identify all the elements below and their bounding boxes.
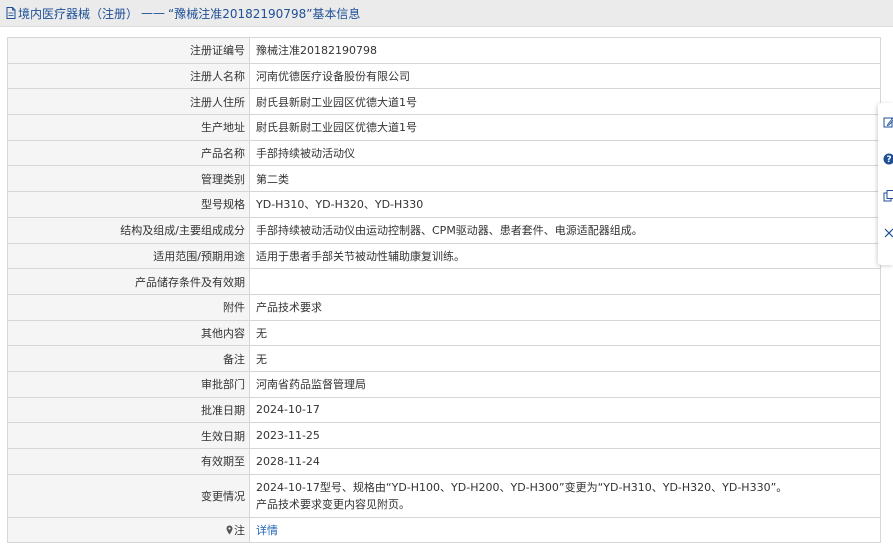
row-label: 批准日期 [7, 396, 250, 424]
table-row: 注册人名称 河南优德医疗设备股份有限公司 [7, 62, 881, 90]
row-value: 2024-10-17型号、规格由“YD-H100、YD-H200、YD-H300… [249, 473, 881, 518]
row-value: 尉氏县新尉工业园区优德大道1号 [249, 114, 881, 141]
table-row: 结构及组成/主要组成成分 手部持续被动活动仪由运动控制器、CPM驱动器、患者套件… [7, 216, 881, 244]
table-row: 适用范围/预期用途 适用于患者手部关节被动性辅助康复训练。 [7, 242, 881, 270]
row-value: 手部持续被动活动仪 [249, 139, 881, 167]
record-title: “豫械注准20182190798”基本信息 [168, 6, 361, 21]
row-label: 注册人住所 [7, 88, 250, 116]
row-value: 无 [249, 319, 881, 347]
table-row: 变更情况 2024-10-17型号、规格由“YD-H100、YD-H200、YD… [7, 473, 881, 518]
table-row: 注册证编号 豫械注准20182190798 [7, 37, 881, 64]
row-label: 备注 [7, 345, 250, 372]
row-value: 手部持续被动活动仪由运动控制器、CPM驱动器、患者套件、电源适配器组成。 [249, 216, 881, 244]
details-link[interactable]: 详情 [256, 524, 278, 537]
row-label: 适用范围/预期用途 [7, 242, 250, 270]
row-label: 附件 [7, 293, 250, 321]
table-row: 批准日期 2024-10-17 [7, 396, 881, 424]
page-title-bar: 境内医疗器械（注册） —— “豫械注准20182190798”基本信息 [0, 0, 893, 27]
row-label: 其他内容 [7, 319, 250, 347]
row-value: 产品技术要求 [249, 293, 881, 321]
row-label: 型号规格 [7, 191, 250, 218]
table-row: 管理类别 第二类 [7, 165, 881, 193]
row-label: 审批部门 [7, 370, 250, 398]
help-icon[interactable]: ? [883, 152, 893, 166]
row-label: 产品储存条件及有效期 [7, 268, 250, 295]
row-value: 2028-11-24 [249, 448, 881, 475]
breadcrumb-separator: —— [141, 6, 166, 20]
row-label: 注册人名称 [7, 62, 250, 90]
row-value: 适用于患者手部关节被动性辅助康复训练。 [249, 242, 881, 270]
row-value [249, 268, 881, 295]
breadcrumb: 境内医疗器械（注册） [18, 6, 139, 21]
table-row: 备注 无 [7, 345, 881, 372]
row-label: 管理类别 [7, 165, 250, 193]
row-label: 生产地址 [7, 114, 250, 141]
edit-icon[interactable] [883, 115, 893, 129]
table-row: 型号规格 YD-H310、YD-H320、YD-H330 [7, 191, 881, 218]
row-value: 2024-10-17 [249, 396, 881, 424]
table-row: 其他内容 无 [7, 319, 881, 347]
table-row: 生产地址 尉氏县新尉工业园区优德大道1号 [7, 114, 881, 141]
row-label: 有效期至 [7, 448, 250, 475]
row-label-note: 注 [7, 516, 250, 544]
table-row: 附件 产品技术要求 [7, 293, 881, 321]
copy-icon[interactable] [883, 189, 893, 203]
row-value: YD-H310、YD-H320、YD-H330 [249, 191, 881, 218]
close-icon[interactable] [883, 226, 893, 240]
pin-icon [226, 525, 233, 535]
row-value: 河南优德医疗设备股份有限公司 [249, 62, 881, 90]
table-row: 审批部门 河南省药品监督管理局 [7, 370, 881, 398]
change-line-2: 产品技术要求变更内容见附页。 [256, 497, 410, 511]
svg-text:?: ? [886, 155, 891, 165]
document-icon [6, 7, 16, 19]
row-value: 第二类 [249, 165, 881, 193]
table-row: 产品储存条件及有效期 [7, 268, 881, 295]
row-value: 尉氏县新尉工业园区优德大道1号 [249, 88, 881, 116]
row-label: 产品名称 [7, 139, 250, 167]
row-value: 详情 [249, 516, 881, 544]
table-row: 注 详情 [7, 516, 881, 544]
info-table: 注册证编号 豫械注准20182190798 注册人名称 河南优德医疗设备股份有限… [7, 37, 881, 544]
row-label: 生效日期 [7, 422, 250, 449]
row-label: 结构及组成/主要组成成分 [7, 216, 250, 244]
note-label: 注 [234, 524, 245, 538]
table-row: 产品名称 手部持续被动活动仪 [7, 139, 881, 167]
row-value: 2023-11-25 [249, 422, 881, 449]
change-line-1: 2024-10-17型号、规格由“YD-H100、YD-H200、YD-H300… [256, 480, 788, 494]
row-value: 豫械注准20182190798 [249, 37, 881, 64]
row-label: 注册证编号 [7, 37, 250, 64]
side-toolbar: ? [878, 103, 893, 265]
table-row: 生效日期 2023-11-25 [7, 422, 881, 449]
table-row: 有效期至 2028-11-24 [7, 448, 881, 475]
table-row: 注册人住所 尉氏县新尉工业园区优德大道1号 [7, 88, 881, 116]
row-value: 无 [249, 345, 881, 372]
row-label: 变更情况 [7, 473, 250, 518]
row-value: 河南省药品监督管理局 [249, 370, 881, 398]
